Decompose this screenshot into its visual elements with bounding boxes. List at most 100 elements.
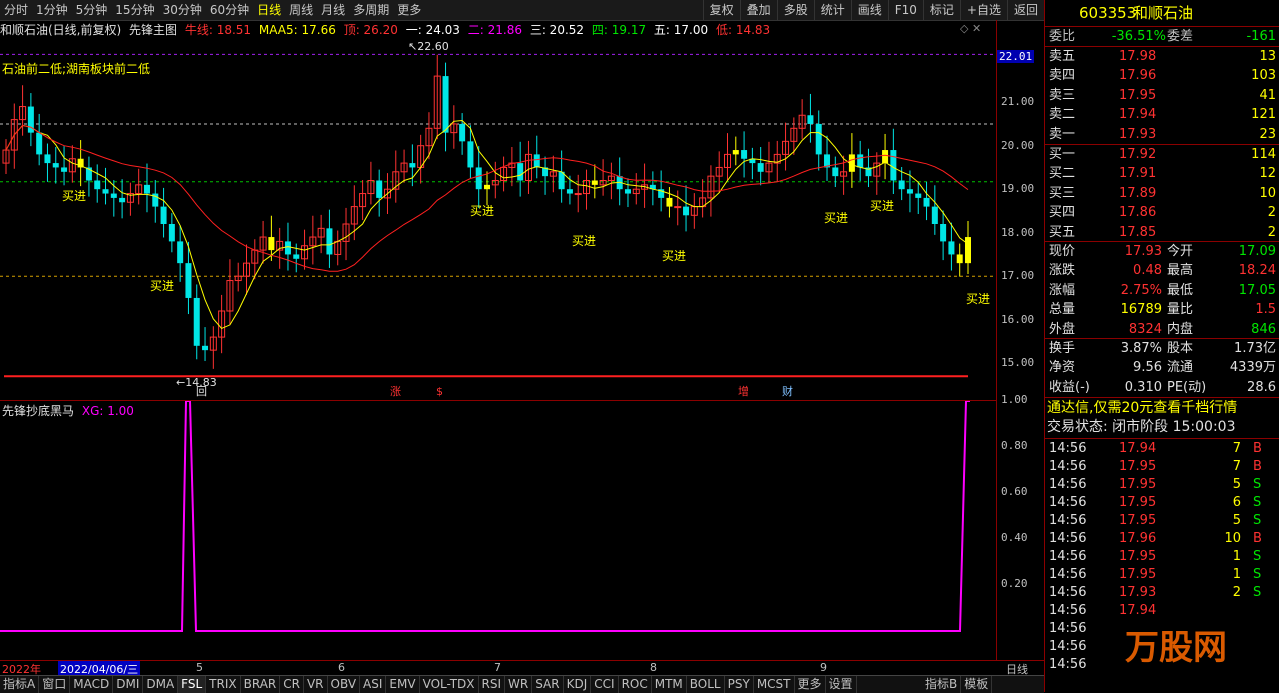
month-tick: 7 (494, 661, 501, 674)
candle-body (956, 254, 963, 264)
toolbar-button[interactable]: 画线 (850, 0, 888, 20)
indicator-tab[interactable]: MCST (754, 676, 795, 693)
stat-label: 股本 (1167, 341, 1194, 356)
candle-body (143, 184, 150, 194)
indicator-tab[interactable]: VR (304, 676, 328, 693)
buy-label: 买进 (62, 189, 86, 203)
tick-volume: 7 (1232, 441, 1241, 456)
stock-label: 和顺石油(日线,前复权) (0, 23, 122, 37)
period-tab[interactable]: 15分钟 (111, 0, 158, 20)
indicator-tab[interactable]: EMV (386, 676, 420, 693)
xg-value: XG: 1.00 (81, 404, 134, 418)
tick-row: 14:56 17.95 1 S (1047, 565, 1278, 584)
indicator-tab[interactable]: 窗口 (39, 676, 71, 693)
indicator-tab[interactable]: ASI (360, 676, 387, 693)
period-tab[interactable]: 分时 (0, 0, 32, 20)
wu: 五: 17.00 (653, 23, 709, 37)
formula-name[interactable]: 先锋主图 (129, 23, 177, 37)
price-tick: 16.00 (1001, 312, 1035, 326)
candle-body (110, 193, 117, 198)
indicator-tab[interactable]: DMA (143, 676, 179, 693)
toolbar-button[interactable]: +自选 (959, 0, 1007, 20)
candle-body (376, 180, 383, 198)
period-tab[interactable]: 5分钟 (72, 0, 112, 20)
indicator-tab[interactable]: 指标A (0, 676, 40, 693)
indicator-tab[interactable]: CR (280, 676, 304, 693)
period-tab[interactable]: 多周期 (349, 0, 393, 20)
indicator-tab[interactable]: OBV (328, 676, 361, 693)
period-tab[interactable]: 周线 (285, 0, 317, 20)
stat-value: 17.09 (1238, 244, 1276, 259)
tick-time: 14:56 (1049, 549, 1087, 564)
candle-body (36, 132, 43, 155)
stat-row: 外盘 8324 内盘 846 (1047, 320, 1278, 339)
indicator-tab[interactable]: 设置 (826, 676, 857, 693)
indicator-tab[interactable]: 指标B (922, 676, 962, 693)
indicator-tab[interactable]: SAR (532, 676, 564, 693)
indicator-tab[interactable]: WR (505, 676, 533, 693)
indicator-tab[interactable]: VOL-TDX (420, 676, 479, 693)
ask-label: 卖四 (1049, 68, 1076, 84)
candle-body (832, 167, 839, 177)
candle-body (965, 237, 971, 264)
tick-price: 17.95 (1119, 459, 1157, 474)
indicator-tab[interactable]: DMI (113, 676, 144, 693)
event-marker: 增 (738, 384, 749, 398)
toolbar-button[interactable]: 标记 (922, 0, 960, 20)
ask-price: 17.95 (1119, 87, 1157, 103)
indicator-tab[interactable]: CCI (591, 676, 619, 693)
toolbar-button[interactable]: 复权 (702, 0, 740, 20)
period-tab[interactable]: 1分钟 (32, 0, 72, 20)
tick-row: 14:56 17.96 10 B (1047, 529, 1278, 548)
candle-body (732, 150, 739, 155)
event-marker: 涨 (390, 385, 401, 398)
tick-price: 17.94 (1119, 603, 1157, 618)
indicator-tab[interactable]: BOLL (687, 676, 725, 693)
indicator-tab[interactable]: PSY (725, 676, 754, 693)
ask-price: 17.96 (1119, 68, 1157, 84)
bid-volume: 114 (1251, 147, 1276, 162)
candle-body (898, 180, 905, 190)
indicator-tab[interactable]: KDJ (564, 676, 592, 693)
indicator-tab[interactable]: MACD (70, 676, 114, 693)
toolbar-button[interactable]: 统计 (813, 0, 851, 20)
indicator-tab[interactable]: RSI (479, 676, 506, 693)
tick-price: 17.93 (1119, 585, 1157, 600)
toolbar-button[interactable]: 返回 (1006, 0, 1044, 20)
banner[interactable]: 通达信,仅需20元查看千档行情 (1047, 399, 1278, 418)
chart-controls[interactable]: ◇ ✕ (960, 22, 981, 35)
buy-label: 买进 (824, 211, 848, 225)
period-tab[interactable]: 60分钟 (206, 0, 253, 20)
signal-chart[interactable] (0, 400, 996, 661)
indicator-tab[interactable]: FSL (178, 676, 207, 693)
toolbar-button[interactable]: F10 (887, 0, 923, 20)
tick-time: 14:56 (1049, 585, 1087, 600)
candle-body (467, 141, 474, 168)
stat-row: 涨跌 0.48 最高 18.24 (1047, 261, 1278, 280)
period-tab[interactable]: 30分钟 (159, 0, 206, 20)
period-tab[interactable]: 日线 (253, 0, 285, 20)
lower-title[interactable]: 先锋抄底黑马 (2, 404, 74, 418)
tick-direction: S (1253, 585, 1262, 600)
period-tab[interactable]: 更多 (393, 0, 425, 20)
indicator-tab[interactable]: TRIX (206, 676, 241, 693)
indicator-tab[interactable]: 更多 (795, 676, 826, 693)
high-label: ↖22.60 (408, 40, 449, 53)
tick-row: 14:56 17.95 1 S (1047, 547, 1278, 566)
stat-value: 9.56 (1133, 360, 1162, 376)
indicator-tab[interactable]: BRAR (241, 676, 281, 693)
ask-label: 卖三 (1049, 87, 1076, 103)
note-text: 石油前二低;湖南板块前二低 (2, 62, 151, 76)
indicator-tab[interactable]: 模板 (961, 676, 993, 693)
indicator-tab[interactable]: MTM (652, 676, 687, 693)
toolbar-button[interactable]: 叠加 (739, 0, 777, 20)
indicator-tab[interactable]: ROC (619, 676, 652, 693)
period-tab[interactable]: 月线 (317, 0, 349, 20)
event-marker: $ (436, 385, 443, 398)
banner-text[interactable]: 通达信,仅需20元查看千档行情 (1047, 399, 1237, 418)
stat-label: 涨跌 (1049, 263, 1076, 279)
bid-label: 买五 (1049, 224, 1076, 240)
toolbar-button[interactable]: 多股 (776, 0, 814, 20)
price-tick: 20.00 (1001, 138, 1035, 152)
ask-row: 卖四 17.96 103 (1047, 66, 1278, 85)
